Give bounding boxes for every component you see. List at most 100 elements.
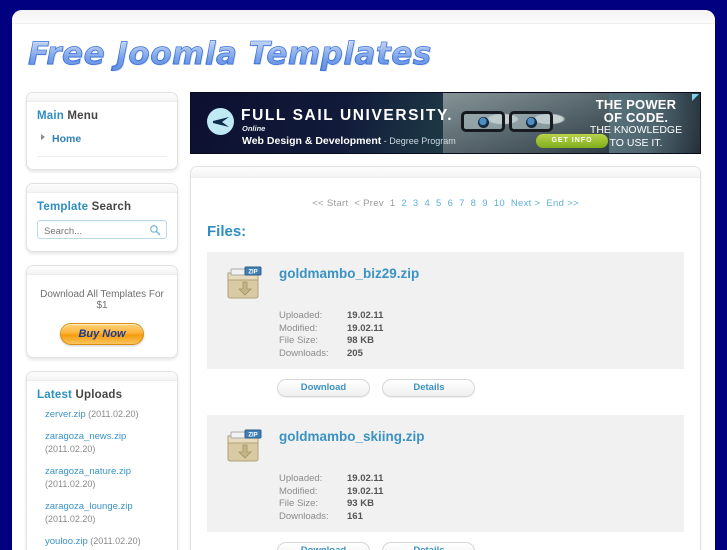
- pagination: << Start < Prev 1 2 3 4 5 6 7 8 9 10 Nex…: [207, 190, 684, 223]
- pagination-page[interactable]: 10: [494, 198, 505, 209]
- pagination-page[interactable]: 7: [459, 198, 465, 209]
- file-card: ZIP goldmambo_biz29.zip Uploaded: 19.02.1…: [207, 252, 684, 405]
- ad-headline-line3: THE KNOWLEDGE: [589, 124, 683, 136]
- search-icon[interactable]: [149, 224, 161, 236]
- search-input[interactable]: [38, 223, 166, 240]
- upload-link[interactable]: zerver.zip: [45, 409, 86, 420]
- upload-link[interactable]: zaragoza_lounge.zip: [45, 501, 133, 512]
- page-title: Files:: [207, 223, 247, 240]
- file-metadata: Uploaded: 19.02.11 Modified: 19.02.11 File…: [279, 473, 674, 523]
- upload-date: (2011.02.20): [85, 409, 139, 419]
- zip-icon-wrapper: ZIP: [225, 427, 265, 465]
- pagination-start: << Start: [312, 198, 349, 209]
- module-main-menu: Main Menu Home: [26, 92, 178, 170]
- pagination-page[interactable]: 4: [424, 198, 430, 209]
- module-cap: [27, 184, 177, 193]
- download-button[interactable]: Download: [277, 379, 370, 397]
- upload-list-item: zaragoza_lounge.zip (2011.02.20): [45, 500, 167, 526]
- meta-row-uploaded: Uploaded: 19.02.11: [279, 310, 674, 323]
- upload-link[interactable]: zaragoza_news.zip: [45, 431, 126, 442]
- file-name-link[interactable]: goldmambo_skiing.zip: [279, 429, 425, 444]
- menu-link-home[interactable]: Home: [52, 133, 81, 145]
- ad-choices-icon[interactable]: [692, 94, 699, 101]
- module-title-main-menu: Main Menu: [37, 110, 167, 122]
- menu-item-home[interactable]: Home: [37, 129, 167, 147]
- meta-label-downloads: Downloads:: [279, 510, 329, 522]
- zip-file-icon: ZIP: [227, 429, 262, 462]
- sidebar: Main Menu Home Template Search Search...…: [26, 92, 178, 550]
- file-header: ZIP goldmambo_skiing.zip: [217, 425, 674, 465]
- upload-list-item: zaragoza_news.zip (2011.02.20): [45, 430, 167, 456]
- file-card: ZIP goldmambo_skiing.zip Uploaded: 19.02.…: [207, 415, 684, 550]
- ad-headline-line4: TO USE IT.: [609, 136, 663, 149]
- meta-row-filesize: File Size: 98 KB: [279, 335, 674, 348]
- meta-value-uploaded: 19.02.11: [347, 473, 384, 484]
- upload-date: (2011.02.20): [45, 444, 96, 454]
- svg-text:ZIP: ZIP: [248, 433, 257, 439]
- file-name-link[interactable]: goldmambo_biz29.zip: [279, 266, 419, 281]
- window-top-strip: [12, 10, 715, 24]
- body-columns: Main Menu Home Template Search Search...…: [12, 92, 715, 550]
- module-divider: [37, 156, 167, 157]
- file-actions: Download Details: [207, 369, 684, 405]
- meta-label-modified: Modified:: [279, 322, 318, 334]
- site-logo: Free Joomla Templates: [28, 32, 715, 76]
- upload-link[interactable]: youloo.zip: [45, 536, 88, 547]
- details-button[interactable]: Details: [382, 542, 476, 550]
- meta-row-modified: Modified: 19.02.11: [279, 486, 674, 499]
- module-title-template-search: Template Search: [37, 201, 167, 213]
- download-button[interactable]: Download: [277, 542, 370, 550]
- latest-uploads-list: zerver.zip (2011.02.20) zaragoza_news.zip…: [37, 408, 167, 550]
- main-menu-list: Home: [37, 129, 167, 147]
- advertisement-banner[interactable]: FULL SAIL UNIVERSITY. Online Web Design …: [190, 92, 701, 154]
- upload-date: (2011.02.20): [45, 479, 96, 489]
- buy-now-button[interactable]: Buy Now: [60, 323, 144, 345]
- ad-headline-line2: OF CODE.: [603, 109, 669, 125]
- module-cap: [27, 266, 177, 275]
- module-latest-uploads: Latest Uploads zerver.zip (2011.02.20) za…: [26, 371, 178, 550]
- ad-eye-right: [526, 117, 537, 128]
- pagination-page[interactable]: 6: [448, 198, 454, 209]
- zip-icon-wrapper: ZIP: [225, 264, 265, 302]
- meta-value-filesize: 93 KB: [347, 498, 374, 509]
- search-box[interactable]: [37, 220, 167, 240]
- meta-label-modified: Modified:: [279, 485, 318, 497]
- meta-value-modified: 19.02.11: [347, 322, 384, 334]
- module-cap: [27, 93, 177, 102]
- pagination-page[interactable]: 5: [436, 198, 442, 209]
- pagination-page[interactable]: 9: [482, 198, 488, 209]
- ad-headline: THE POWER OF CODE. THE KNOWLEDGE TO USE …: [578, 98, 694, 149]
- content-column: FULL SAIL UNIVERSITY. Online Web Design …: [190, 92, 701, 550]
- details-button[interactable]: Details: [382, 379, 476, 397]
- meta-value-downloads: 161: [347, 510, 363, 522]
- pagination-page[interactable]: 2: [401, 198, 407, 209]
- pagination-page[interactable]: 3: [413, 198, 419, 209]
- meta-label-uploaded: Uploaded:: [279, 473, 323, 484]
- pagination-page[interactable]: 8: [471, 198, 477, 209]
- meta-row-downloads: Downloads: 205: [279, 348, 674, 361]
- ad-program: Web Design & Development: [242, 135, 382, 147]
- pagination-end[interactable]: End >>: [546, 198, 578, 209]
- promo-text: Download All Templates For $1: [40, 289, 164, 311]
- content-panel-cap: [191, 167, 700, 178]
- file-metadata: Uploaded: 19.02.11 Modified: 19.02.11 File…: [279, 310, 674, 360]
- upload-link[interactable]: zaragoza_nature.zip: [45, 466, 131, 477]
- upload-list-item: zerver.zip (2011.02.20): [45, 408, 167, 421]
- meta-row-downloads: Downloads: 161: [279, 511, 674, 524]
- svg-text:ZIP: ZIP: [248, 270, 257, 276]
- upload-list-item: youloo.zip (2011.02.20): [45, 535, 167, 548]
- upload-list-item: zaragoza_nature.zip (2011.02.20): [45, 465, 167, 491]
- module-template-search: Template Search: [26, 183, 178, 252]
- meta-row-filesize: File Size: 93 KB: [279, 498, 674, 511]
- file-list: ZIP goldmambo_biz29.zip Uploaded: 19.02.1…: [207, 252, 684, 550]
- meta-value-filesize: 98 KB: [347, 335, 374, 346]
- upload-date: (2011.02.20): [45, 514, 96, 524]
- meta-label-uploaded: Uploaded:: [279, 310, 323, 321]
- content-panel: << Start < Prev 1 2 3 4 5 6 7 8 9 10 Nex…: [190, 166, 701, 550]
- meta-label-downloads: Downloads:: [279, 347, 329, 359]
- module-promo: Download All Templates For $1 Buy Now: [26, 265, 178, 358]
- module-title-rest: Menu: [64, 110, 99, 122]
- pagination-next[interactable]: Next >: [511, 198, 541, 209]
- pagination-prev: < Prev: [354, 198, 384, 209]
- meta-value-modified: 19.02.11: [347, 485, 384, 497]
